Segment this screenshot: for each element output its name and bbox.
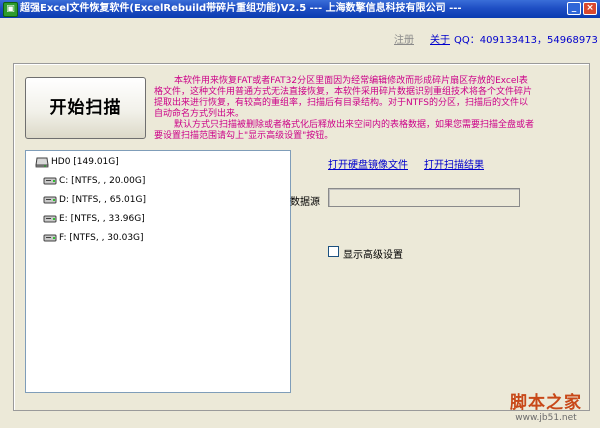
- tree-item-label: HD0 [149.01G]: [51, 157, 119, 167]
- tree-item-label: F: [NTFS, , 30.03G]: [59, 233, 144, 243]
- watermark-url: www.jb51.net: [515, 413, 577, 423]
- site-watermark: 脚本之家 www.jb51.net: [498, 388, 594, 423]
- drive-icon: [43, 196, 57, 204]
- tree-item-drive-c[interactable]: C: [NTFS, , 20.00G]: [43, 174, 283, 188]
- drive-icon: [43, 215, 57, 223]
- open-scan-result-link[interactable]: 打开扫描结果: [424, 156, 484, 171]
- qq-contact-text: QQ：409133413，54968973: [454, 35, 598, 46]
- data-source-input[interactable]: [328, 188, 520, 207]
- tree-item-label: C: [NTFS, , 20.00G]: [59, 176, 146, 186]
- tree-item-label: E: [NTFS, , 33.96G]: [59, 214, 145, 224]
- description-paragraph-2: 默认方式只扫描被删除或者格式化后释放出来空间内的表格数据，如果您需要扫描全盘或者…: [154, 120, 535, 141]
- about-link[interactable]: 关于: [430, 31, 450, 46]
- close-button[interactable]: ×: [583, 2, 597, 15]
- tree-item-drive-e[interactable]: E: [NTFS, , 33.96G]: [43, 212, 283, 226]
- description-text: 本软件用来恢复FAT或者FAT32分区里面因为经常编辑修改而形成碎片扇区存放的E…: [154, 76, 534, 142]
- show-advanced-checkbox[interactable]: [328, 246, 339, 257]
- title-bar: ▣ 超强Excel文件恢复软件(ExcelRebuild带碎片重组功能)V2.5…: [0, 0, 600, 18]
- drive-icon: [43, 177, 57, 185]
- app-icon: ▣: [3, 2, 18, 17]
- minimize-button[interactable]: _: [567, 2, 581, 15]
- window-title: 超强Excel文件恢复软件(ExcelRebuild带碎片重组功能)V2.5 -…: [20, 3, 462, 14]
- drive-icon: [43, 234, 57, 242]
- drive-tree[interactable]: HD0 [149.01G] C: [NTFS, , 20.00G] D: [NT…: [25, 150, 291, 393]
- open-disk-image-link[interactable]: 打开硬盘镜像文件: [328, 156, 408, 171]
- tree-item-drive-d[interactable]: D: [NTFS, , 65.01G]: [43, 193, 283, 207]
- tree-item-drive-f[interactable]: F: [NTFS, , 30.03G]: [43, 231, 283, 245]
- register-link[interactable]: 注册: [394, 31, 414, 46]
- watermark-title: 脚本之家: [510, 393, 582, 413]
- tree-item-label: D: [NTFS, , 65.01G]: [59, 195, 146, 205]
- start-scan-button[interactable]: 开始扫描: [25, 77, 146, 139]
- data-source-label: 数据源: [290, 197, 320, 208]
- description-paragraph-1: 本软件用来恢复FAT或者FAT32分区里面因为经常编辑修改而形成碎片扇区存放的E…: [154, 76, 533, 119]
- show-advanced-label[interactable]: 显示高级设置: [343, 246, 403, 261]
- tree-item-hd0[interactable]: HD0 [149.01G]: [35, 155, 275, 169]
- hard-disk-icon: [35, 157, 49, 168]
